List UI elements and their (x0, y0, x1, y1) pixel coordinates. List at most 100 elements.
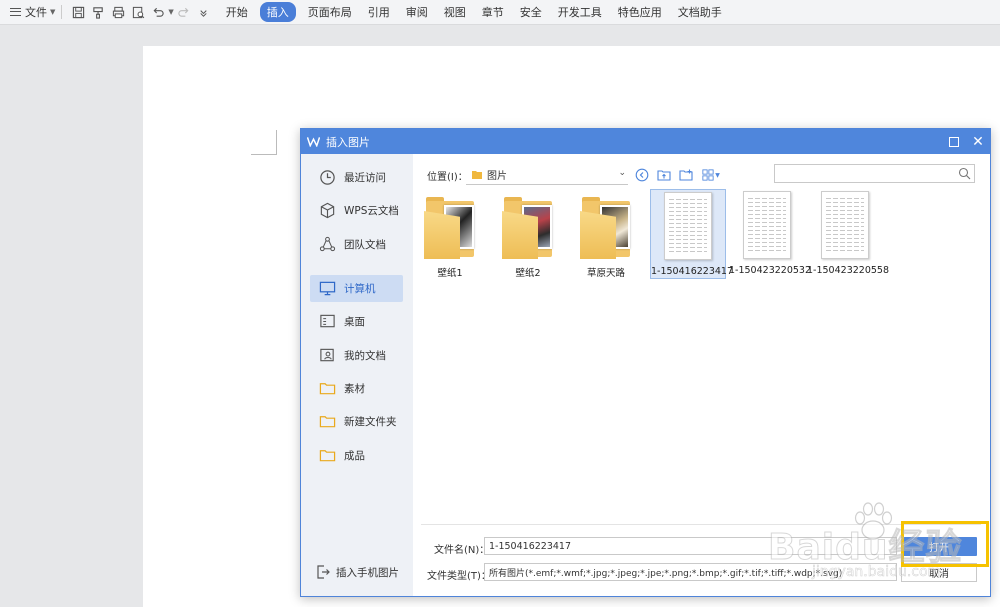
sidebar-item-team-docs[interactable]: 团队文档 (310, 231, 403, 258)
back-button[interactable] (634, 167, 650, 183)
tab-label: 插入 (259, 2, 296, 22)
new-folder-icon (679, 169, 693, 181)
tab-special-apps[interactable]: 特色应用 (610, 0, 670, 24)
sidebar-item-label: 我的文档 (344, 350, 386, 362)
tab-security[interactable]: 安全 (512, 0, 550, 24)
undo-dropdown-icon[interactable]: ▼ (168, 8, 173, 16)
tab-label: 文档助手 (677, 6, 722, 19)
sidebar-item-my-documents[interactable]: 我的文档 (310, 342, 403, 369)
folder-icon (318, 413, 336, 431)
my-documents-icon (318, 347, 336, 365)
redo-icon[interactable] (175, 3, 193, 21)
sidebar-item-label: 计算机 (344, 283, 376, 295)
maximize-button[interactable] (942, 130, 966, 154)
file-menu-button[interactable]: 文件 ▼ (10, 0, 55, 24)
file-name: 草原天路 (586, 268, 625, 279)
insert-phone-picture-label: 插入手机图片 (336, 566, 399, 579)
tab-review[interactable]: 审阅 (398, 0, 436, 24)
print-icon[interactable] (109, 3, 127, 21)
file-item-folder[interactable]: 壁纸2 (490, 189, 566, 279)
maximize-icon (949, 136, 959, 147)
tab-label: 审阅 (405, 6, 428, 19)
search-field[interactable] (774, 164, 975, 183)
file-name: 1-150416223417 (651, 266, 734, 277)
tab-label: 引用 (367, 6, 390, 19)
filename-input[interactable] (484, 537, 897, 555)
cancel-button-label: 取消 (929, 569, 949, 580)
tab-label: 安全 (519, 6, 542, 19)
sidebar-item-label: 素材 (344, 383, 365, 395)
sidebar-item-folder-materials[interactable]: 素材 (310, 375, 403, 402)
up-folder-icon (657, 170, 671, 181)
search-icon[interactable] (958, 167, 971, 180)
view-mode-button[interactable]: ▼ (700, 167, 722, 183)
cube-icon (318, 202, 336, 220)
desktop-icon (318, 313, 336, 331)
file-item-folder[interactable]: 草原天路 (568, 189, 644, 279)
image-thumbnail (743, 191, 791, 259)
filetype-select[interactable]: 所有图片(*.emf;*.wmf;*.jpg;*.jpeg;*.jpe;*.pn… (484, 563, 897, 581)
chevron-down-icon: ⌄ (618, 168, 626, 178)
sidebar-item-desktop[interactable]: 桌面 (310, 308, 403, 335)
file-name: 1-150423220558 (807, 265, 890, 276)
tab-home[interactable]: 开始 (218, 0, 256, 24)
file-item-image-selected[interactable]: 1-150416223417 (650, 189, 734, 279)
new-folder-button[interactable] (678, 167, 694, 183)
page-margin-marker (251, 130, 277, 155)
sidebar-item-label: 团队文档 (344, 239, 386, 251)
undo-icon[interactable] (149, 3, 167, 21)
sidebar-item-recent[interactable]: 最近访问 (310, 164, 403, 191)
image-thumbnail (664, 192, 712, 260)
toolbar-divider (61, 5, 63, 19)
sidebar-item-wps-cloud[interactable]: WPS云文档 (310, 197, 403, 224)
location-dropdown[interactable]: 图片 ⌄ (466, 165, 628, 185)
tab-label: 开发工具 (557, 6, 602, 19)
tab-references[interactable]: 引用 (360, 0, 398, 24)
wps-logo-icon (307, 137, 320, 147)
insert-phone-picture-button[interactable]: 插入手机图片 (315, 564, 399, 580)
folder-icon (472, 171, 482, 179)
sidebar-item-folder-finished[interactable]: 成品 (310, 442, 403, 469)
tab-label: 视图 (443, 6, 466, 19)
back-icon (635, 168, 649, 182)
computer-icon (318, 280, 336, 298)
sidebar-item-label: 成品 (344, 450, 365, 462)
clock-icon (318, 169, 336, 187)
search-input[interactable] (779, 165, 958, 183)
divider (421, 524, 981, 525)
file-name: 壁纸2 (515, 268, 541, 279)
save-icon[interactable] (69, 3, 87, 21)
tab-page-layout[interactable]: 页面布局 (300, 0, 360, 24)
filetype-label: 文件类型(T)： (427, 571, 491, 582)
close-button[interactable]: ✕ (966, 130, 990, 154)
folder-thumbnail (578, 191, 634, 261)
team-icon (318, 236, 336, 254)
tab-label: 章节 (481, 6, 504, 19)
sidebar-item-computer[interactable]: 计算机 (310, 275, 403, 302)
tab-label: 特色应用 (617, 6, 662, 19)
dialog-titlebar[interactable]: 插入图片 ✕ (301, 129, 990, 154)
print-preview-icon[interactable] (129, 3, 147, 21)
location-value: 图片 (487, 171, 507, 182)
file-item-image[interactable]: 1-150423220532 (729, 189, 812, 279)
tab-developer[interactable]: 开发工具 (550, 0, 610, 24)
file-name: 1-150423220532 (729, 265, 812, 276)
location-label: 位置(I)： (427, 171, 468, 183)
chevron-down-icon: ▼ (715, 171, 720, 179)
tab-view[interactable]: 视图 (436, 0, 474, 24)
customize-toolbar-icon[interactable] (195, 3, 213, 21)
image-thumbnail (821, 191, 869, 259)
tab-sections[interactable]: 章节 (474, 0, 512, 24)
file-item-image[interactable]: 1-150423220558 (807, 189, 890, 279)
file-item-folder[interactable]: 壁纸1 (412, 189, 488, 279)
dialog-title: 插入图片 (326, 135, 370, 149)
sidebar-item-label: 新建文件夹 (344, 416, 397, 428)
sidebar-item-folder-new[interactable]: 新建文件夹 (310, 408, 403, 435)
navigation-buttons: ▼ (634, 167, 728, 183)
tab-insert[interactable]: 插入 (256, 0, 300, 24)
format-painter-icon[interactable] (89, 3, 107, 21)
tab-doc-assistant[interactable]: 文档助手 (670, 0, 730, 24)
close-icon: ✕ (972, 133, 984, 150)
up-folder-button[interactable] (656, 167, 672, 183)
places-sidebar: 最近访问 WPS云文档 团队文档 计算机 桌面 我的文档 素材 新建文件夹 成品… (301, 154, 413, 596)
